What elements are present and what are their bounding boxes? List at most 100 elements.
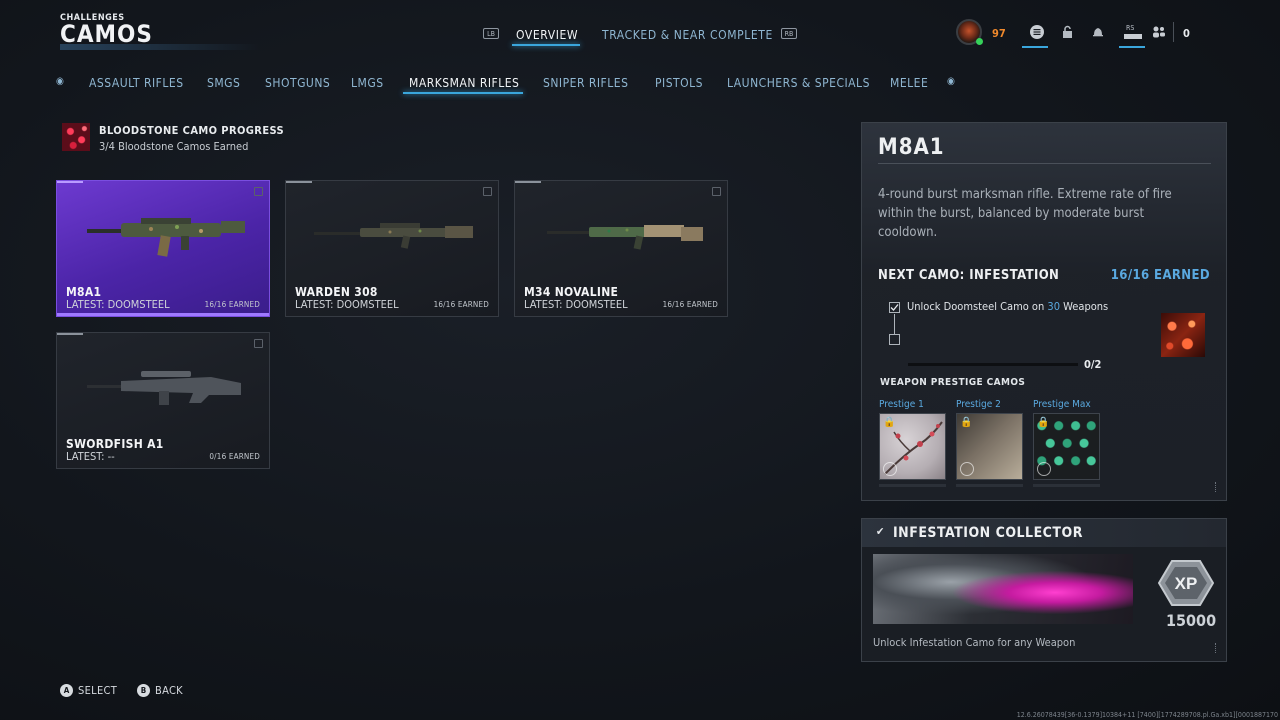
lock-icon: 🔒 xyxy=(960,417,973,428)
prestige-camos-title: WEAPON PRESTIGE CAMOS xyxy=(880,377,1026,388)
xp-badge-icon: XP xyxy=(1158,560,1214,606)
collector-title: INFESTATION COLLECTOR xyxy=(893,525,1083,541)
weapon-card-warden-308[interactable]: WARDEN 308 LATEST: DOOMSTEEL 16/16 EARNE… xyxy=(285,180,499,317)
bloodstone-progress-subtitle: 3/4 Bloodstone Camos Earned xyxy=(99,140,249,153)
collector-banner-image xyxy=(873,554,1133,624)
bell-icon[interactable] xyxy=(1085,19,1111,45)
social-active-underline xyxy=(1119,46,1145,48)
cod-points-count: 0 xyxy=(1183,27,1190,40)
requirement-checkbox-empty xyxy=(889,334,900,345)
prestige-emblem-icon xyxy=(1037,462,1051,476)
card-corner-icon xyxy=(254,187,263,196)
rifle-icon xyxy=(87,371,241,405)
prestige-2-label: Prestige 2 xyxy=(956,399,1001,410)
rs-button-hint[interactable]: RS xyxy=(1126,24,1134,32)
card-top-bar xyxy=(57,333,83,335)
weapon-name: SWORDFISH A1 xyxy=(66,437,164,451)
tab-sniper-rifles[interactable]: SNIPER RIFLES xyxy=(543,76,628,90)
requirement-connector xyxy=(894,314,895,334)
xp-reward-value: 15000 xyxy=(1166,611,1217,630)
card-top-bar xyxy=(515,181,541,183)
weapon-name: M8A1 xyxy=(66,285,102,299)
card-top-bar xyxy=(286,181,312,183)
tab-assault-rifles[interactable]: ASSAULT RIFLES xyxy=(89,76,184,90)
requirement-text: Unlock Doomsteel Camo on 30 Weapons xyxy=(907,300,1108,313)
prestige-max-label: Prestige Max xyxy=(1033,399,1091,410)
tab-lmgs[interactable]: LMGS xyxy=(351,76,384,90)
prestige-2-progress xyxy=(956,484,1023,487)
weapon-card-m34-novaline[interactable]: M34 NOVALINE LATEST: DOOMSTEEL 16/16 EAR… xyxy=(514,180,728,317)
a-button-icon: A xyxy=(60,684,73,697)
detail-divider xyxy=(878,163,1211,164)
requirement-count: 30 xyxy=(1047,300,1060,313)
requirement-checkbox-checked xyxy=(889,302,900,313)
weapon-name: WARDEN 308 xyxy=(295,285,378,299)
tab-melee[interactable]: MELEE xyxy=(890,76,928,90)
menu-active-underline xyxy=(1022,46,1048,48)
weapon-detail-panel: M8A1 4-round burst marksman rifle. Extre… xyxy=(861,122,1227,501)
infestation-collector-panel: ✔ INFESTATION COLLECTOR XP 15000 Unlock … xyxy=(861,518,1227,662)
card-selected-underline xyxy=(57,313,269,316)
prestige-2-tile[interactable]: 🔒 xyxy=(956,413,1023,480)
xp-badge-label: XP xyxy=(1175,574,1198,593)
rb-button-hint[interactable]: RB xyxy=(781,28,797,39)
requirement-suffix: Weapons xyxy=(1060,300,1109,313)
card-top-bar xyxy=(57,181,83,183)
tab-smgs[interactable]: SMGS xyxy=(207,76,240,90)
b-button-icon: B xyxy=(137,684,150,697)
category-next-icon[interactable]: ◉ xyxy=(947,76,955,87)
requirement-progress-bar xyxy=(908,363,1078,366)
friends-icon[interactable] xyxy=(1146,19,1172,45)
weapon-earned-count: 0/16 EARNED xyxy=(209,452,260,461)
card-corner-icon xyxy=(254,339,263,348)
rifle-icon xyxy=(314,223,473,249)
requirement-prefix: Unlock Doomsteel Camo on xyxy=(907,300,1048,313)
build-version-string: 12.6.26078439[36-0.1379]10384+11 [7400][… xyxy=(1016,711,1278,719)
prestige-emblem-icon xyxy=(883,462,897,476)
next-camo-earned: 16/16 EARNED xyxy=(1110,268,1210,283)
weapon-latest-camo: LATEST: DOOMSTEEL xyxy=(66,298,170,311)
lb-button-hint[interactable]: LB xyxy=(483,28,499,39)
weapon-card-m8a1[interactable]: M8A1 LATEST: DOOMSTEEL 16/16 EARNED xyxy=(56,180,270,317)
title-glow xyxy=(60,44,260,50)
player-level: 97 xyxy=(992,27,1006,40)
weapon-earned-count: 16/16 EARNED xyxy=(433,300,489,309)
card-corner-icon xyxy=(483,187,492,196)
back-label: BACK xyxy=(155,684,183,697)
weapon-earned-count: 16/16 EARNED xyxy=(204,300,260,309)
tab-pistols[interactable]: PISTOLS xyxy=(655,76,703,90)
collector-description: Unlock Infestation Camo for any Weapon xyxy=(873,636,1076,649)
scroll-indicator xyxy=(1215,482,1218,492)
lock-icon: 🔒 xyxy=(1037,417,1050,428)
weapon-latest-camo: LATEST: DOOMSTEEL xyxy=(524,298,628,311)
checkmark-icon: ✔ xyxy=(876,525,885,538)
detail-description: 4-round burst marksman rifle. Extreme ra… xyxy=(878,187,1172,240)
weapon-card-swordfish-a1[interactable]: SWORDFISH A1 LATEST: -- 0/16 EARNED xyxy=(56,332,270,469)
tab-marksman-rifles[interactable]: MARKSMAN RIFLES xyxy=(409,76,519,90)
social-icon[interactable] xyxy=(1124,34,1142,39)
select-label: SELECT xyxy=(78,684,118,697)
prestige-max-tile[interactable]: 🔒 xyxy=(1033,413,1100,480)
tab-tracked-near-complete[interactable]: TRACKED & NEAR COMPLETE xyxy=(602,28,773,42)
detail-weapon-name: M8A1 xyxy=(878,135,945,160)
tab-overview-underline xyxy=(512,44,580,46)
prestige-1-tile[interactable]: 🔒 xyxy=(879,413,946,480)
online-status-indicator xyxy=(976,38,983,45)
weapon-latest-camo: LATEST: -- xyxy=(66,450,115,463)
tab-overview[interactable]: OVERVIEW xyxy=(516,28,578,42)
menu-icon[interactable] xyxy=(1024,19,1050,45)
rifle-icon xyxy=(87,218,245,257)
tab-shotguns[interactable]: SHOTGUNS xyxy=(265,76,330,90)
next-camo-label: NEXT CAMO: INFESTATION xyxy=(878,268,1060,283)
back-prompt[interactable]: B BACK xyxy=(137,684,183,697)
statusbar-divider xyxy=(1173,22,1174,42)
category-prev-icon[interactable]: ◉ xyxy=(56,76,64,87)
prestige-1-progress xyxy=(879,484,946,487)
lock-icon[interactable] xyxy=(1055,19,1081,45)
bloodstone-camo-thumbnail xyxy=(62,123,90,151)
prestige-max-progress xyxy=(1033,484,1100,487)
scroll-indicator xyxy=(1215,643,1218,653)
prestige-1-label: Prestige 1 xyxy=(879,399,924,410)
tab-launchers-specials[interactable]: LAUNCHERS & SPECIALS xyxy=(727,76,870,90)
select-prompt[interactable]: A SELECT xyxy=(60,684,117,697)
